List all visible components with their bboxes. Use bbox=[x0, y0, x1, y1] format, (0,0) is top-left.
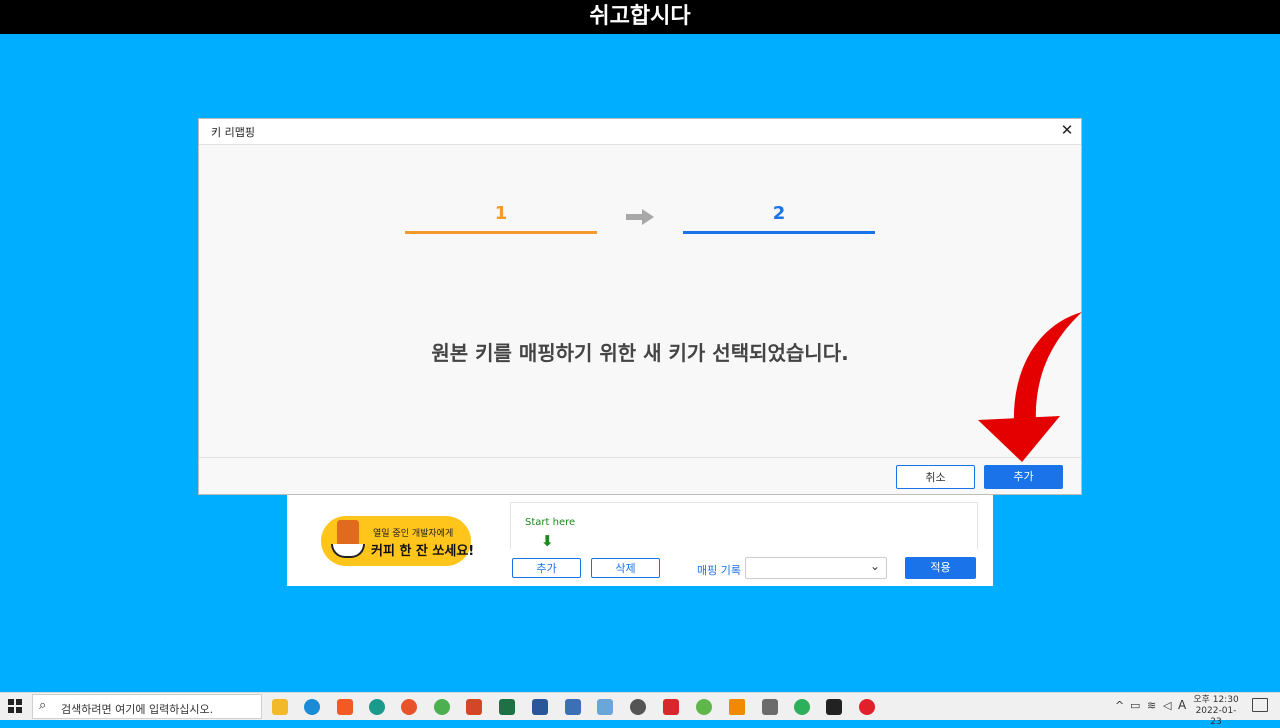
delete-mapping-button[interactable]: 삭제 bbox=[591, 558, 660, 578]
chrome-icon[interactable] bbox=[434, 699, 450, 715]
add-button[interactable]: 추가 bbox=[984, 465, 1063, 489]
dialog-title: 키 리맵핑 bbox=[211, 126, 255, 139]
vlc-icon[interactable] bbox=[729, 699, 745, 715]
search-icon: ⌕ bbox=[39, 698, 47, 713]
app4-icon[interactable] bbox=[630, 699, 646, 715]
firefox-icon[interactable] bbox=[401, 699, 417, 715]
battery-icon[interactable]: ▭ bbox=[1130, 699, 1140, 712]
search-placeholder: 검색하려면 여기에 입력하십시오. bbox=[61, 703, 214, 716]
wifi-icon[interactable]: ≋ bbox=[1147, 699, 1156, 712]
windows-start-icon[interactable] bbox=[8, 699, 22, 713]
brave-icon[interactable] bbox=[337, 699, 353, 715]
chevron-up-icon[interactable]: ^ bbox=[1115, 699, 1124, 712]
cancel-button[interactable]: 취소 bbox=[896, 465, 975, 489]
excel-icon[interactable] bbox=[499, 699, 515, 715]
down-arrow-icon: ⬇ bbox=[541, 532, 554, 550]
powerpoint-icon[interactable] bbox=[466, 699, 482, 715]
file-explorer-icon[interactable] bbox=[272, 699, 288, 715]
step-1-number: 1 bbox=[494, 203, 508, 224]
clock-time: 오후 12:30 bbox=[1193, 695, 1239, 705]
top-banner: 쉬고합시다 bbox=[0, 0, 1280, 34]
clock-date: 2022-01-23 bbox=[1195, 706, 1237, 727]
step-1-underline bbox=[405, 231, 597, 234]
mapping-history-label: 매핑 기록 bbox=[697, 564, 741, 577]
app3-icon[interactable] bbox=[597, 699, 613, 715]
buy-coffee-banner[interactable]: 열일 중인 개발자에게 커피 한 잔 쏘세요! bbox=[321, 516, 475, 566]
red-curved-arrow-icon bbox=[978, 312, 1082, 462]
right-arrow-icon bbox=[626, 209, 654, 225]
ime-indicator[interactable]: A bbox=[1178, 698, 1186, 712]
calculator-icon[interactable] bbox=[762, 699, 778, 715]
hand-icon bbox=[331, 544, 365, 558]
add-mapping-button[interactable]: 추가 bbox=[512, 558, 581, 578]
clock[interactable]: 오후 12:30 2022-01-23 bbox=[1190, 695, 1242, 728]
taskbar-search-input[interactable]: ⌕ 검색하려면 여기에 입력하십시오. bbox=[32, 694, 262, 719]
dialog-titlebar[interactable]: 키 리맵핑 ✕ bbox=[199, 119, 1081, 145]
close-icon[interactable]: ✕ bbox=[1059, 121, 1075, 139]
app6-icon[interactable] bbox=[696, 699, 712, 715]
dialog-message: 원본 키를 매핑하기 위한 새 키가 선택되었습니다. bbox=[431, 341, 849, 365]
chevron-down-icon: ⌄ bbox=[869, 559, 880, 573]
key-remap-dialog: 키 리맵핑 ✕ 1 2 원본 키를 매핑하기 위한 새 키가 선택되었습니다. … bbox=[198, 118, 1082, 495]
volume-icon[interactable]: ◁ bbox=[1163, 699, 1171, 712]
coffee-banner-line1: 열일 중인 개발자에게 bbox=[373, 529, 454, 539]
start-here-hint: Start here bbox=[525, 517, 576, 528]
chrome-beta-icon[interactable] bbox=[794, 699, 810, 715]
apply-button[interactable]: 적용 bbox=[905, 557, 976, 579]
edge-icon[interactable] bbox=[304, 699, 320, 715]
app-icon[interactable] bbox=[369, 699, 385, 715]
coffee-banner-line2: 커피 한 잔 쏘세요! bbox=[371, 544, 475, 559]
step-2-underline bbox=[683, 231, 875, 234]
dialog-footer-divider bbox=[199, 457, 1081, 458]
mapping-history-select[interactable]: ⌄ bbox=[745, 557, 887, 579]
key-remap-main-window: 열일 중인 개발자에게 커피 한 잔 쏘세요! Start here ⬇ 추가 … bbox=[287, 494, 993, 586]
notification-icon[interactable] bbox=[1252, 698, 1268, 712]
mapping-list-area: Start here ⬇ bbox=[510, 502, 978, 549]
word-icon[interactable] bbox=[532, 699, 548, 715]
sticky-icon[interactable] bbox=[826, 699, 842, 715]
app2-icon[interactable] bbox=[565, 699, 581, 715]
app5-icon[interactable] bbox=[663, 699, 679, 715]
opera-icon[interactable] bbox=[859, 699, 875, 715]
step-2-number: 2 bbox=[772, 203, 786, 224]
taskbar: ⌕ 검색하려면 여기에 입력하십시오. ^ ▭ ≋ ◁ A 오후 12:30 2… bbox=[0, 692, 1280, 727]
